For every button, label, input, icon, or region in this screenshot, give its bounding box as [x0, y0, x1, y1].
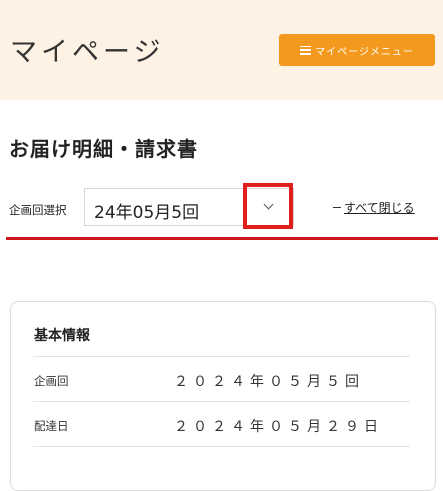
plan-round-label: 企画回: [34, 374, 69, 388]
mypage-menu-label: マイページメニュー: [315, 46, 414, 58]
section-divider: [6, 237, 438, 240]
delivery-date-label: 配達日: [34, 419, 69, 433]
divider: [33, 401, 410, 402]
plan-select-label: 企画回選択: [9, 203, 67, 217]
plan-select-value: 24年05月5回: [94, 203, 200, 223]
card-title: 基本情報: [34, 328, 90, 344]
basic-info-card: 基本情報 企画回 ２０２４年０５月５回 配達日 ２０２４年０５月２９日: [10, 301, 436, 491]
dropdown-toggle-highlight[interactable]: [243, 183, 293, 229]
page-header: マイページ マイページメニュー: [0, 0, 443, 100]
divider: [33, 446, 410, 447]
page-title: マイページ: [10, 37, 165, 68]
minus-icon: [333, 207, 341, 208]
close-all-label: すべて閉じる: [344, 201, 415, 215]
close-all-link[interactable]: すべて閉じる: [333, 199, 415, 216]
chevron-down-icon: [263, 199, 273, 209]
plan-round-value: ２０２４年０５月５回: [174, 374, 364, 390]
mypage-menu-button[interactable]: マイページメニュー: [279, 34, 435, 66]
divider: [33, 356, 410, 357]
delivery-date-value: ２０２４年０５月２９日: [174, 419, 383, 435]
section-title: お届け明細・請求書: [9, 137, 198, 161]
hamburger-menu-icon: [300, 45, 312, 55]
